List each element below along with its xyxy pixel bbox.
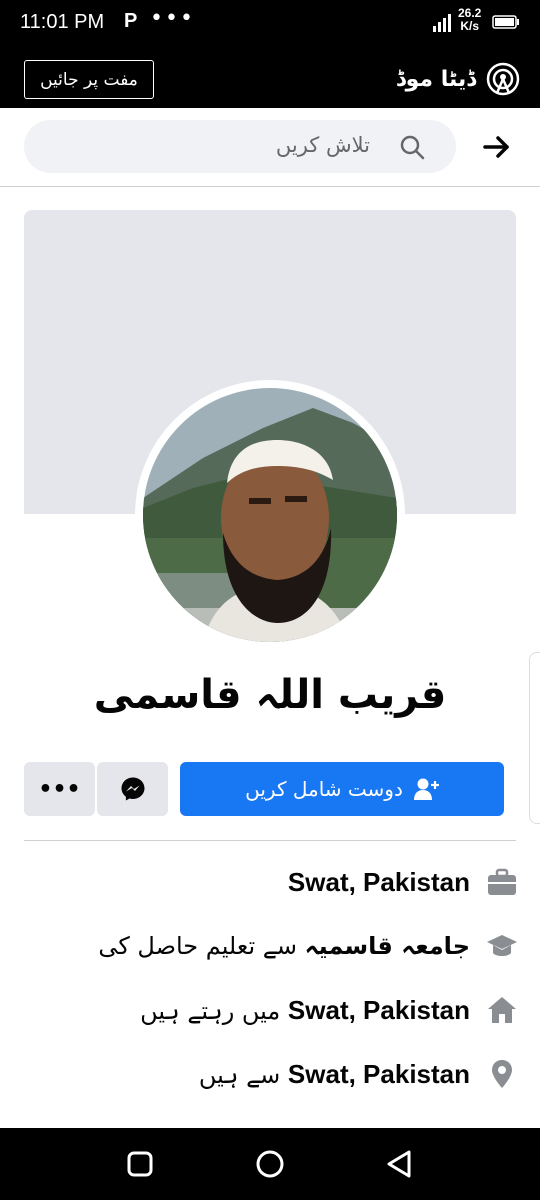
recent-apps-icon[interactable] xyxy=(124,1148,156,1180)
radio-tower-icon xyxy=(486,62,520,96)
graduation-cap-icon xyxy=(487,935,517,956)
add-friend-button[interactable]: دوست شامل کریں xyxy=(180,762,504,816)
info-text-work: Swat, Pakistan xyxy=(287,866,470,897)
search-row: تلاش کریں xyxy=(0,108,540,187)
battery-icon xyxy=(492,15,519,29)
info-row-from: Swat, Pakistan سے ہیں xyxy=(48,1058,518,1090)
system-navigation-bar xyxy=(0,1128,540,1200)
info-text-education: جامعہ قاسمیہ سے تعلیم حاصل کی xyxy=(98,932,470,960)
go-free-button[interactable]: مفت پر جائیں xyxy=(24,60,154,99)
status-bar: 11:01 PM P ••• 26.2 K/s xyxy=(0,0,540,48)
divider xyxy=(24,840,516,841)
app-notification-icon: P xyxy=(124,10,138,32)
more-notifications-icon: ••• xyxy=(150,6,195,31)
data-mode-label: ڈیٹا موڈ xyxy=(395,66,476,92)
profile-photo-image xyxy=(143,388,397,642)
info-text-lives: Swat, Pakistan میں رہتے ہیں xyxy=(140,994,470,1025)
search-icon xyxy=(400,135,425,160)
message-button[interactable] xyxy=(97,762,168,816)
search-placeholder: تلاش کریں xyxy=(275,133,370,157)
arrow-right-icon[interactable] xyxy=(482,133,512,161)
back-icon[interactable] xyxy=(384,1148,416,1180)
data-mode-toggle[interactable]: ڈیٹا موڈ xyxy=(396,62,520,96)
network-speed: 26.2 K/s xyxy=(458,6,482,33)
info-row-lives: Swat, Pakistan میں رہتے ہیں xyxy=(48,994,518,1026)
briefcase-icon xyxy=(488,868,516,895)
signal-icon xyxy=(433,14,451,32)
add-friend-icon xyxy=(413,778,439,800)
info-row-education: جامعہ قاسمیہ سے تعلیم حاصل کی xyxy=(48,930,518,962)
home-button-icon[interactable] xyxy=(254,1148,286,1180)
more-options-button[interactable]: ••• xyxy=(24,762,95,816)
messenger-icon xyxy=(121,777,144,801)
add-friend-label: دوست شامل کریں xyxy=(245,777,403,801)
info-text-from: Swat, Pakistan سے ہیں xyxy=(198,1058,470,1089)
home-icon xyxy=(488,997,516,1023)
location-pin-icon xyxy=(492,1060,512,1088)
profile-name: قریب اللہ قاسمی xyxy=(93,672,447,718)
data-mode-bar: مفت پر جائیں ڈیٹا موڈ xyxy=(0,48,540,108)
search-input[interactable]: تلاش کریں xyxy=(24,120,456,173)
profile-picture[interactable] xyxy=(143,388,397,642)
info-row-work: Swat, Pakistan xyxy=(48,866,518,898)
status-time: 11:01 PM xyxy=(20,11,105,33)
